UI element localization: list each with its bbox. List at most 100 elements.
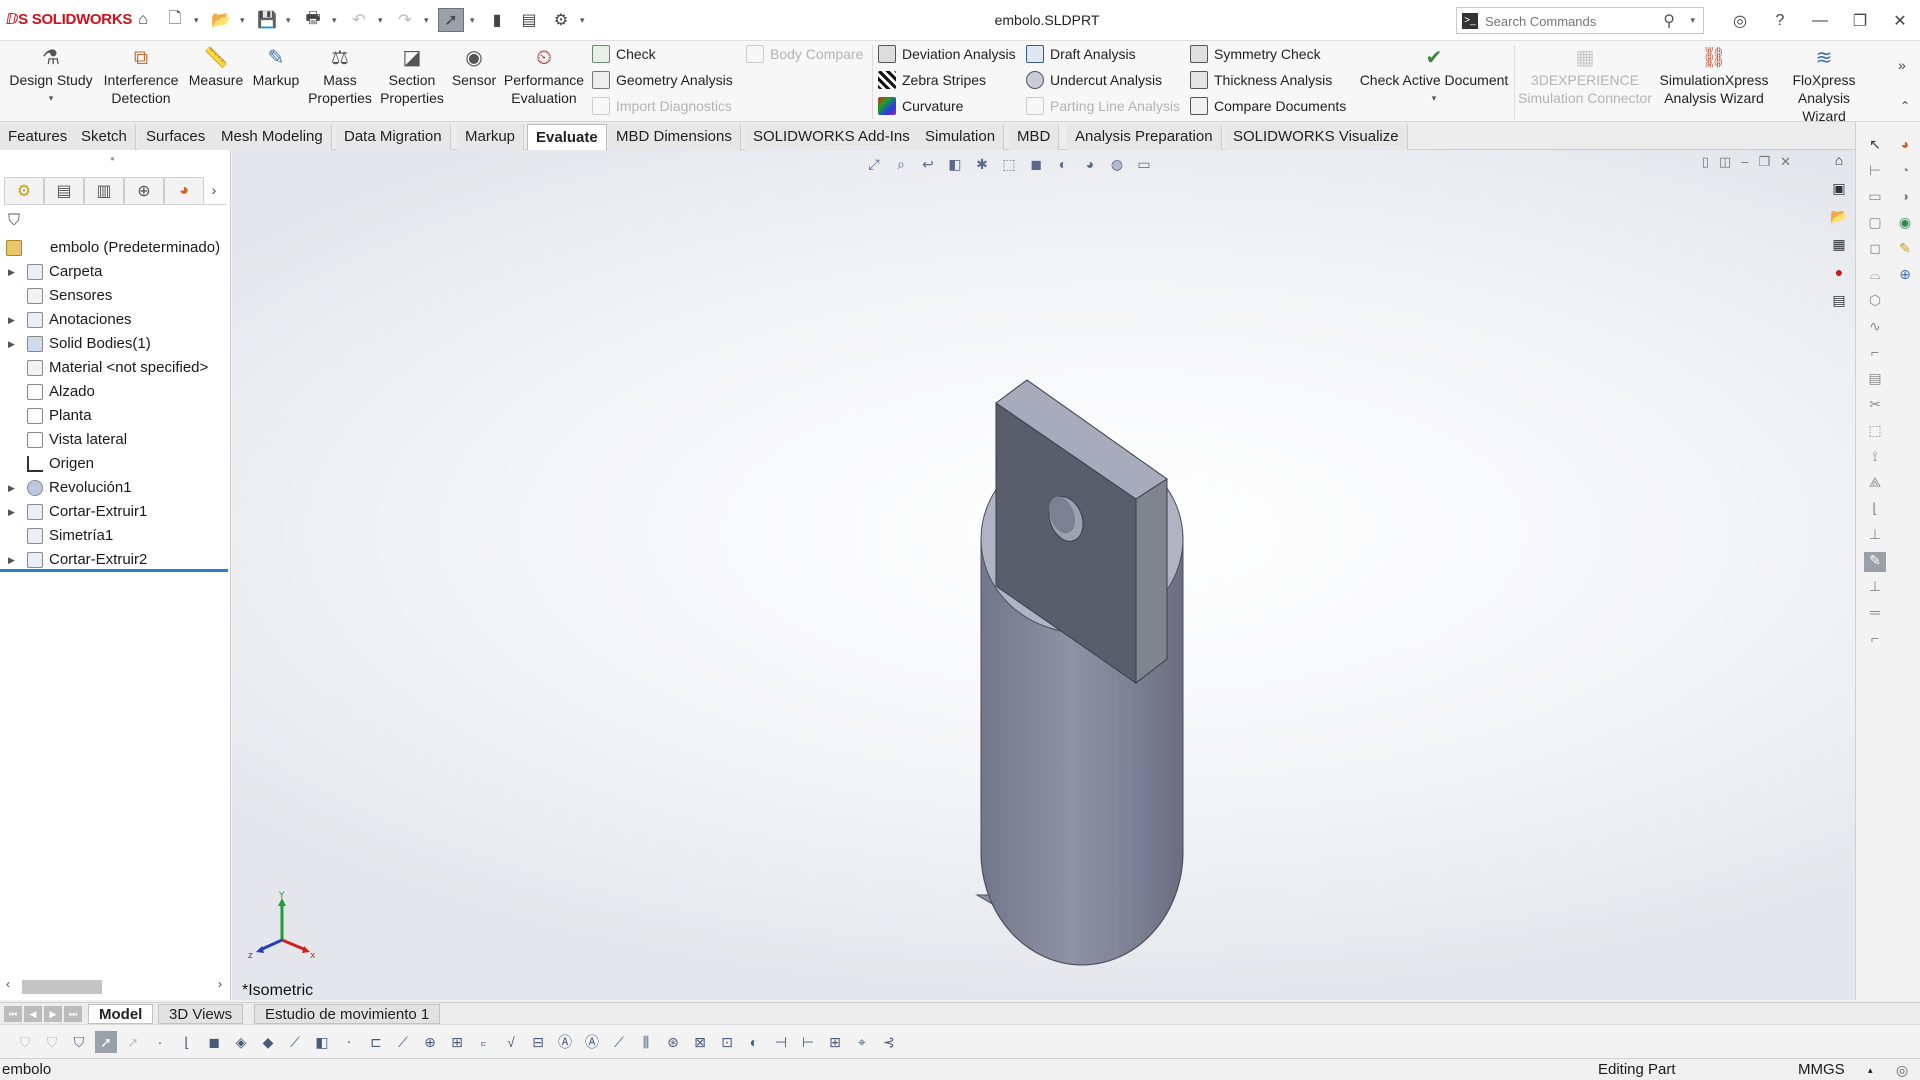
- apply-scene-icon[interactable]: ◍: [1107, 156, 1127, 176]
- tree-item-cortar-extruir1[interactable]: ▶ Cortar-Extruir1: [0, 500, 231, 524]
- arc-tool-icon[interactable]: ⌓: [1864, 266, 1886, 286]
- relations-icon[interactable]: ⊥: [1864, 578, 1886, 598]
- floxpress-button[interactable]: ≋ FloXpress Analysis Wizard: [1776, 45, 1872, 124]
- tree-item-revolucion1[interactable]: ▶ Revolución1: [0, 476, 231, 500]
- filter-midpoints-icon[interactable]: ⟋: [392, 1031, 414, 1053]
- tree-item-cortar-extruir2[interactable]: ▶ Cortar-Extruir2: [0, 548, 228, 572]
- filter-notes-icon[interactable]: Ⓐ: [554, 1031, 576, 1053]
- status-unit-system[interactable]: MMGS: [1798, 1059, 1845, 1080]
- expand-arrow-icon[interactable]: ▶: [8, 476, 15, 500]
- view-orientation-icon[interactable]: ⬚: [999, 156, 1019, 176]
- filter-routing-points-icon[interactable]: ⊣: [770, 1031, 792, 1053]
- compare-documents-button[interactable]: Compare Documents: [1190, 95, 1346, 117]
- edit-appearance-icon[interactable]: ◕: [1080, 156, 1100, 176]
- view-palette-icon[interactable]: ◉: [1894, 214, 1916, 234]
- draft-analysis-button[interactable]: Draft Analysis: [1026, 43, 1136, 65]
- filter-geometric-tolerance-icon[interactable]: ⊟: [527, 1031, 549, 1053]
- solidworks-logo[interactable]: ⅅS SOLIDWORKS: [6, 10, 132, 28]
- expand-arrow-icon[interactable]: ▶: [8, 308, 15, 332]
- viewport-tile-icon[interactable]: ▯: [1702, 154, 1709, 170]
- tab-analysis-preparation[interactable]: Analysis Preparation: [1067, 124, 1222, 150]
- line-tool-icon[interactable]: ⊢: [1864, 162, 1886, 182]
- configurationmanager-tab-icon[interactable]: ▥: [84, 177, 124, 204]
- dynamic-annotation-icon[interactable]: ✱: [972, 156, 992, 176]
- user-account-icon[interactable]: ◎: [1720, 11, 1760, 31]
- expand-arrow-icon[interactable]: ▶: [8, 500, 15, 524]
- undercut-analysis-button[interactable]: Undercut Analysis: [1026, 69, 1162, 91]
- collapse-ribbon-icon[interactable]: ⌃: [1900, 99, 1910, 113]
- zoom-to-area-icon[interactable]: ⌕: [891, 156, 911, 176]
- scroll-left-icon[interactable]: ‹: [6, 977, 10, 991]
- tree-item-alzado[interactable]: Alzado: [0, 380, 231, 404]
- first-tab-icon[interactable]: ⏮: [4, 1006, 22, 1022]
- property-list-icon[interactable]: ▤: [1828, 292, 1850, 312]
- filter-surface-bodies-icon[interactable]: ◈: [230, 1031, 252, 1053]
- tab-sketch[interactable]: Sketch: [73, 124, 136, 150]
- undo-dropdown-icon[interactable]: ▾: [378, 15, 386, 26]
- help-icon[interactable]: ?: [1760, 12, 1800, 30]
- parting-line-analysis-button[interactable]: Parting Line Analysis: [1026, 95, 1180, 117]
- filter-center-marks-icon[interactable]: ⊕: [419, 1031, 441, 1053]
- filter-blocks-icon[interactable]: ⊠: [689, 1031, 711, 1053]
- select-dropdown-icon[interactable]: ▾: [470, 15, 478, 26]
- last-tab-icon[interactable]: ⏭: [64, 1006, 82, 1022]
- minimize-icon[interactable]: —: [1800, 12, 1840, 30]
- expand-arrow-icon[interactable]: ▶: [8, 548, 15, 572]
- viewport-split-icon[interactable]: ◫: [1719, 154, 1731, 170]
- zoom-to-fit-icon[interactable]: ⤢: [864, 156, 884, 176]
- design-study-dropdown-icon[interactable]: ▾: [6, 89, 96, 107]
- tab-surfaces[interactable]: Surfaces: [138, 124, 215, 150]
- quick-snaps-icon[interactable]: ⌐: [1864, 630, 1886, 650]
- tree-item-anotaciones[interactable]: ▶ Anotaciones: [0, 308, 231, 332]
- filter-axes-icon[interactable]: ⟋: [284, 1031, 306, 1053]
- filter-datum-target-icon[interactable]: ⫼: [635, 1031, 657, 1053]
- repair-sketch-icon[interactable]: ═: [1864, 604, 1886, 624]
- sensor-button[interactable]: ◉ Sensor: [450, 45, 498, 119]
- search-icon[interactable]: ⚲: [1663, 11, 1675, 31]
- slot-tool-icon[interactable]: ▢: [1864, 214, 1886, 234]
- featuremanager-tab-icon[interactable]: ⚙: [4, 177, 44, 204]
- body-compare-button[interactable]: Body Compare: [746, 43, 863, 65]
- clear-filters-icon[interactable]: ⛉: [41, 1031, 63, 1053]
- save-dropdown-icon[interactable]: ▾: [286, 15, 294, 26]
- undo-icon[interactable]: ↶: [346, 8, 372, 32]
- filter-cosmetic-pattern-icon[interactable]: ⌖: [851, 1031, 873, 1053]
- section-view-icon[interactable]: ◧: [945, 156, 965, 176]
- filter-sketch-points-icon[interactable]: ⋅: [338, 1031, 360, 1053]
- tab-data-migration[interactable]: Data Migration: [336, 124, 451, 150]
- filter-cosmetic-thread-icon[interactable]: ⊛: [662, 1031, 684, 1053]
- simulationxpress-button[interactable]: ⛓ SimulationXpress Analysis Wizard: [1656, 45, 1772, 119]
- open-folder-icon[interactable]: 📂: [1828, 208, 1850, 228]
- open-dropdown-icon[interactable]: ▾: [240, 15, 248, 26]
- scroll-thumb[interactable]: [22, 980, 102, 994]
- tree-item-sensores[interactable]: Sensores: [0, 284, 231, 308]
- dimxpert-tab-icon[interactable]: ⊕: [124, 177, 164, 204]
- traffic-light-icon[interactable]: ▮: [484, 8, 510, 32]
- redo-icon[interactable]: ↷: [392, 8, 418, 32]
- more-tabs-chevron-icon[interactable]: ›: [204, 177, 224, 204]
- appearances-icon[interactable]: ✎: [1894, 240, 1916, 260]
- search-commands-box[interactable]: >_ ⚲ ▾: [1456, 7, 1704, 34]
- close-icon[interactable]: ✕: [1880, 11, 1920, 31]
- circle-tool-icon[interactable]: ◻: [1864, 240, 1886, 260]
- linear-pattern-icon[interactable]: ⌊: [1864, 500, 1886, 520]
- appearance-ball-icon[interactable]: ●: [1828, 264, 1850, 284]
- geometry-analysis-button[interactable]: Geometry Analysis: [592, 69, 733, 91]
- filter-points-icon[interactable]: ·: [149, 1031, 171, 1053]
- previous-view-icon[interactable]: ↩: [918, 156, 938, 176]
- ribbon-overflow-icon[interactable]: »: [1898, 57, 1906, 73]
- viewport-restore-icon[interactable]: ❐: [1758, 154, 1770, 170]
- tab-mbd[interactable]: MBD: [1009, 124, 1060, 150]
- design-study-button[interactable]: ⚗ Design Study ▾: [6, 45, 96, 119]
- filter-dowel-pin-icon[interactable]: ⊡: [716, 1031, 738, 1053]
- graphics-area[interactable]: ⤢ ⌕ ↩ ◧ ✱ ⬚ ◼ ◐ ◕ ◍ ▭ ▯ ◫ – ❐ ✕ Y x z *I…: [232, 150, 1855, 1000]
- mirror-entities-icon[interactable]: ⟁: [1864, 474, 1886, 494]
- convert-entities-icon[interactable]: ⬚: [1864, 422, 1886, 442]
- expand-arrow-icon[interactable]: ▶: [8, 332, 15, 356]
- new-document-icon[interactable]: 🗋: [162, 8, 188, 32]
- deviation-analysis-button[interactable]: Deviation Analysis: [878, 43, 1016, 65]
- home-view-icon[interactable]: ⌂: [1828, 152, 1850, 172]
- filter-routing-segment-icon[interactable]: ⊢: [797, 1031, 819, 1053]
- select-all-filters-icon[interactable]: ⛉: [68, 1031, 90, 1053]
- print-icon[interactable]: 🖶: [300, 8, 326, 32]
